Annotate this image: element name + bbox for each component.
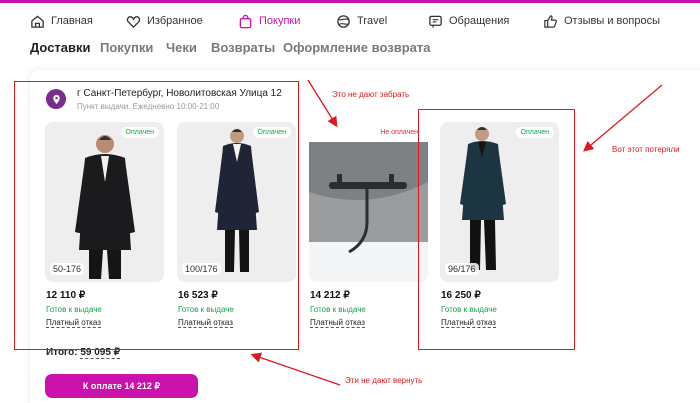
top-nav: Главная Избранное Покупки Travel Обращен…	[0, 8, 700, 34]
shopping-bag-icon	[239, 14, 252, 28]
product-photo-faucet	[309, 122, 428, 282]
tab-return-request[interactable]: Оформление возврата	[283, 40, 430, 55]
home-icon	[31, 14, 44, 28]
status-badge: Не оплачен	[375, 127, 423, 138]
nav-item-favorites[interactable]: Избранное	[126, 8, 203, 34]
highlight-box-lost	[418, 109, 575, 350]
nav-label-favorites: Избранное	[147, 15, 203, 27]
globe-icon	[337, 14, 350, 28]
product-card[interactable]: Не оплачен 14 212 ₽ Готов к выдаче Платн…	[309, 122, 428, 328]
thumbs-up-icon	[544, 14, 557, 28]
nav-label-home: Главная	[51, 15, 93, 27]
annotation-lost: Вот этот потеряли	[612, 145, 680, 154]
tab-purchases[interactable]: Покупки	[100, 40, 153, 55]
nav-label-purchases: Покупки	[259, 15, 301, 27]
tab-receipts[interactable]: Чеки	[166, 40, 197, 55]
product-status: Готов к выдаче	[310, 305, 366, 314]
nav-item-appeals[interactable]: Обращения	[428, 8, 509, 34]
nav-label-reviews: Отзывы и вопросы	[564, 15, 660, 27]
pay-button[interactable]: К оплате 14 212 ₽	[45, 374, 198, 398]
chat-icon	[429, 15, 442, 28]
tab-returns[interactable]: Возвраты	[211, 40, 275, 55]
tab-deliveries[interactable]: Доставки	[30, 40, 91, 55]
nav-item-home[interactable]: Главная	[30, 8, 93, 34]
annotation-cant-return: Эти не дают вернуть	[345, 376, 423, 385]
annotation-cant-take: Это не дают забрать	[332, 90, 410, 99]
product-image[interactable]: Не оплачен	[309, 122, 428, 282]
nav-label-travel: Travel	[357, 15, 388, 27]
heart-icon	[126, 15, 141, 28]
nav-item-reviews[interactable]: Отзывы и вопросы	[543, 8, 660, 34]
product-price: 14 212 ₽	[310, 290, 350, 301]
highlight-box-unreturnable	[14, 81, 299, 350]
brand-top-line	[0, 0, 700, 3]
nav-item-travel[interactable]: Travel	[336, 8, 387, 34]
nav-label-appeals: Обращения	[449, 15, 510, 27]
nav-item-purchases[interactable]: Покупки	[238, 8, 300, 34]
paid-refusal-link[interactable]: Платный отказ	[310, 318, 365, 328]
